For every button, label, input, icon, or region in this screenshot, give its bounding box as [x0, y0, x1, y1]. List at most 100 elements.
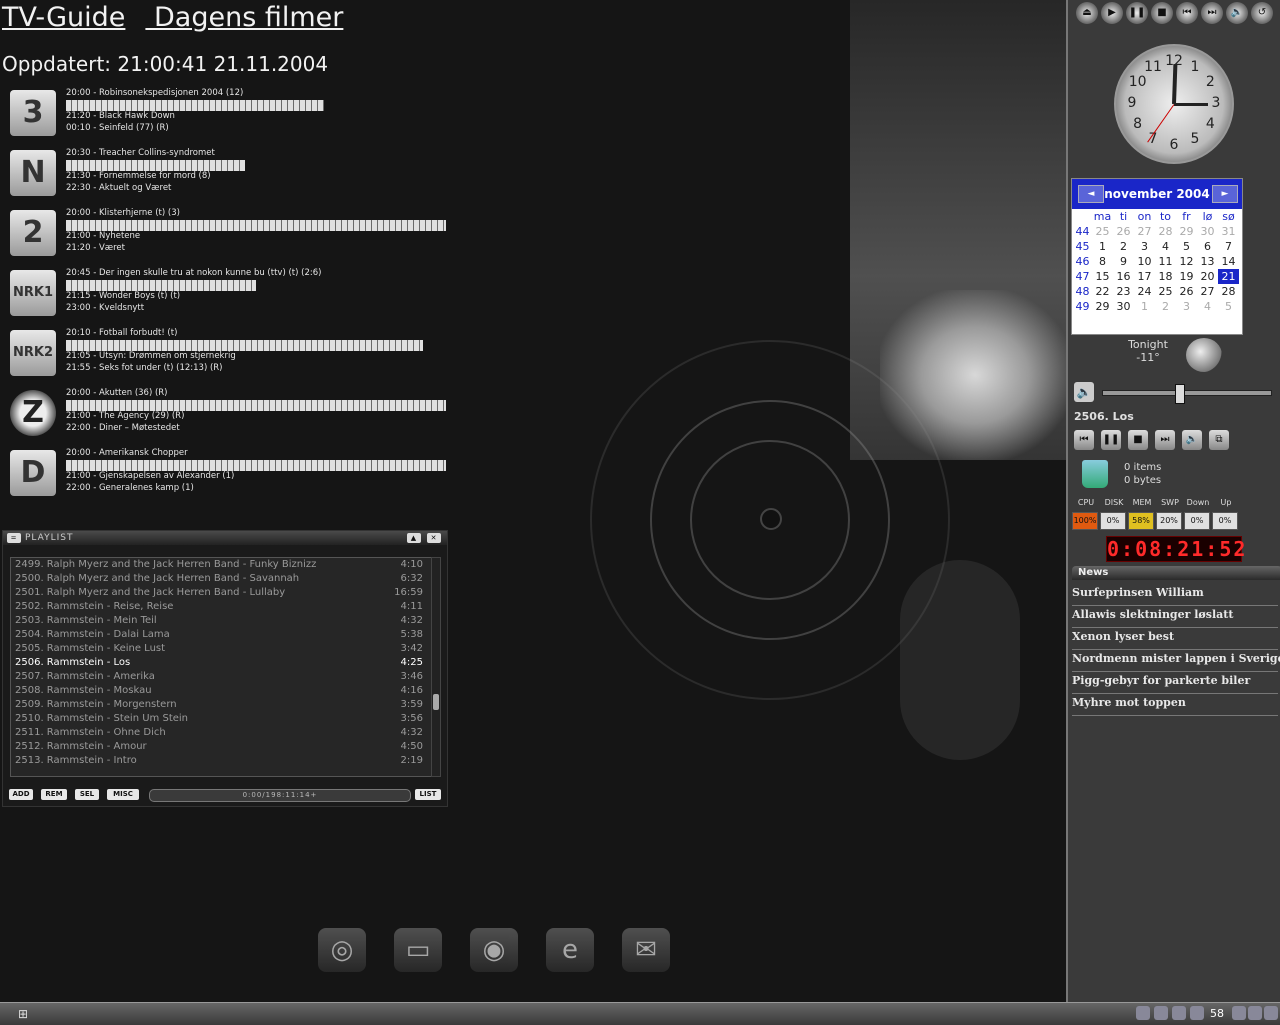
news-headline[interactable]: Nordmenn mister lappen i Sverige — [1072, 650, 1280, 672]
calendar-day[interactable]: 23 — [1113, 284, 1134, 299]
dock-camera-icon[interactable]: ◎ — [318, 928, 366, 972]
playlist-scrollbar[interactable] — [431, 557, 441, 777]
tv-guide-link[interactable]: TV-Guide — [2, 2, 125, 33]
start-button[interactable]: ⊞ — [18, 1007, 34, 1021]
window-icon[interactable]: ⧉ — [1209, 430, 1229, 450]
calendar-day[interactable]: 18 — [1155, 269, 1176, 284]
channel-logo[interactable]: N — [10, 150, 56, 196]
playlist-scroll-thumb[interactable] — [433, 694, 439, 710]
calendar-day[interactable]: 16 — [1113, 269, 1134, 284]
channel-logo[interactable]: NRK1 — [10, 270, 56, 316]
calendar-day[interactable]: 29 — [1176, 224, 1197, 239]
playlist-track[interactable]: 2507. Rammstein - Amerika 3:46 — [11, 670, 431, 684]
playlist-track[interactable]: 2513. Rammstein - Intro 2:19 — [11, 754, 431, 768]
calendar-day[interactable]: 1 — [1134, 299, 1155, 314]
calendar-day[interactable]: 24 — [1134, 284, 1155, 299]
pause-track-icon[interactable]: ❚❚ — [1101, 430, 1121, 450]
tv-channel[interactable]: Z 20:00 - Akutten (36) (R) 21:00 - The Age… — [8, 388, 448, 448]
news-headline[interactable]: Pigg-gebyr for parkerte biler — [1072, 672, 1278, 694]
calendar-day[interactable]: 13 — [1197, 254, 1218, 269]
prev-icon[interactable]: ⏮ — [1176, 2, 1198, 24]
calendar-day[interactable]: 12 — [1176, 254, 1197, 269]
stop-track-icon[interactable]: ■ — [1128, 430, 1148, 450]
calendar-day[interactable]: 30 — [1113, 299, 1134, 314]
calendar-day[interactable]: 27 — [1134, 224, 1155, 239]
channel-logo[interactable]: NRK2 — [10, 330, 56, 376]
calendar-day[interactable]: 28 — [1218, 284, 1239, 299]
calendar-day[interactable]: 3 — [1176, 299, 1197, 314]
playlist-track[interactable]: 2500. Ralph Myerz and the Jack Herren Ba… — [11, 572, 431, 586]
channel-logo[interactable]: Z — [10, 390, 56, 436]
calendar-day[interactable]: 5 — [1218, 299, 1239, 314]
playlist-close-button[interactable]: ✕ — [427, 533, 441, 543]
tv-channel[interactable]: 3 20:00 - Robinsonekspedisjonen 2004 (12)… — [8, 88, 448, 148]
dock-browser-icon[interactable]: e — [546, 928, 594, 972]
channel-logo[interactable]: 2 — [10, 210, 56, 256]
calendar-day[interactable]: 30 — [1197, 224, 1218, 239]
playlist-track[interactable]: 2499. Ralph Myerz and the Jack Herren Ba… — [11, 558, 431, 572]
calendar-day[interactable]: 21 — [1218, 269, 1239, 284]
repeat-icon[interactable]: ↺ — [1251, 2, 1273, 24]
news-headline[interactable]: Myhre mot toppen — [1072, 694, 1278, 716]
calendar-day[interactable]: 4 — [1155, 239, 1176, 254]
playlist-shade-button[interactable]: ▲ — [407, 533, 421, 543]
dock-media-icon[interactable]: ◉ — [470, 928, 518, 972]
calendar-day[interactable]: 5 — [1176, 239, 1197, 254]
calendar-day[interactable]: 10 — [1134, 254, 1155, 269]
calendar-day[interactable]: 26 — [1113, 224, 1134, 239]
recycle-bin-icon[interactable] — [1082, 460, 1108, 488]
calendar-next-button[interactable]: ► — [1212, 185, 1238, 203]
tv-channel[interactable]: 2 20:00 - Klisterhjerne (t) (3) 21:00 - Ny… — [8, 208, 448, 268]
calendar-day[interactable]: 14 — [1218, 254, 1239, 269]
news-headline[interactable]: Allawis slektninger løslatt — [1072, 606, 1278, 628]
tray-user-icon[interactable] — [1190, 1006, 1204, 1020]
playlist-misc-button[interactable]: MISC — [107, 789, 139, 800]
playlist-track[interactable]: 2511. Rammstein - Ohne Dich 4:32 — [11, 726, 431, 740]
calendar-day[interactable]: 3 — [1134, 239, 1155, 254]
calendar-day[interactable]: 26 — [1176, 284, 1197, 299]
playlist-add-button[interactable]: ADD — [9, 789, 33, 800]
stop-icon[interactable]: ■ — [1151, 2, 1173, 24]
tv-channel[interactable]: NRK2 20:10 - Fotball forbudt! (t) 21:05 - … — [8, 328, 448, 388]
calendar-prev-button[interactable]: ◄ — [1078, 185, 1104, 203]
playlist-track[interactable]: 2510. Rammstein - Stein Um Stein 3:56 — [11, 712, 431, 726]
playlist-track[interactable]: 2502. Rammstein - Reise, Reise 4:11 — [11, 600, 431, 614]
playlist-track[interactable]: 2501. Ralph Myerz and the Jack Herren Ba… — [11, 586, 431, 600]
next-track-icon[interactable]: ⏭ — [1155, 430, 1175, 450]
calendar-day[interactable]: 31 — [1218, 224, 1239, 239]
volume-slider[interactable] — [1102, 384, 1272, 404]
play-icon[interactable]: ▶ — [1101, 2, 1123, 24]
tray-network-icon[interactable] — [1154, 1006, 1168, 1020]
news-headline[interactable]: Surfeprinsen William — [1072, 584, 1278, 606]
calendar-day[interactable]: 20 — [1197, 269, 1218, 284]
volume-slider-thumb[interactable] — [1175, 384, 1185, 404]
dock-screen-icon[interactable]: ▭ — [394, 928, 442, 972]
playlist-sel-button[interactable]: SEL — [75, 789, 99, 800]
tv-channel[interactable]: NRK1 20:45 - Der ingen skulle tru at noko… — [8, 268, 448, 328]
calendar-day[interactable]: 7 — [1218, 239, 1239, 254]
playlist-track[interactable]: 2508. Rammstein - Moskau 4:16 — [11, 684, 431, 698]
channel-logo[interactable]: D — [10, 450, 56, 496]
tray-pen-icon[interactable] — [1248, 1006, 1262, 1020]
speaker-icon[interactable]: 🔈 — [1074, 382, 1094, 402]
playlist-track[interactable]: 2509. Rammstein - Morgenstern 3:59 — [11, 698, 431, 712]
tray-globe-icon[interactable] — [1136, 1006, 1150, 1020]
playlist-track[interactable]: 2506. Rammstein - Los 4:25 — [11, 656, 431, 670]
tray-app-icon[interactable] — [1232, 1006, 1246, 1020]
dagens-filmer-link[interactable]: Dagens filmer — [154, 2, 343, 33]
calendar-day[interactable]: 27 — [1197, 284, 1218, 299]
calendar-day[interactable]: 25 — [1092, 224, 1113, 239]
calendar-day[interactable]: 2 — [1155, 299, 1176, 314]
tray-status-icon[interactable] — [1264, 1006, 1278, 1020]
calendar-day[interactable]: 29 — [1092, 299, 1113, 314]
calendar-day[interactable]: 1 — [1092, 239, 1113, 254]
playlist-track[interactable]: 2504. Rammstein - Dalai Lama 5:38 — [11, 628, 431, 642]
eject-icon[interactable]: ⏏ — [1076, 2, 1098, 24]
calendar-day[interactable]: 28 — [1155, 224, 1176, 239]
calendar-day[interactable]: 6 — [1197, 239, 1218, 254]
calendar-day[interactable]: 2 — [1113, 239, 1134, 254]
playlist-track[interactable]: 2505. Rammstein - Keine Lust 3:42 — [11, 642, 431, 656]
channel-logo[interactable]: 3 — [10, 90, 56, 136]
mute-icon[interactable]: 🔈 — [1182, 430, 1202, 450]
playlist-track[interactable]: 2512. Rammstein - Amour 4:50 — [11, 740, 431, 754]
